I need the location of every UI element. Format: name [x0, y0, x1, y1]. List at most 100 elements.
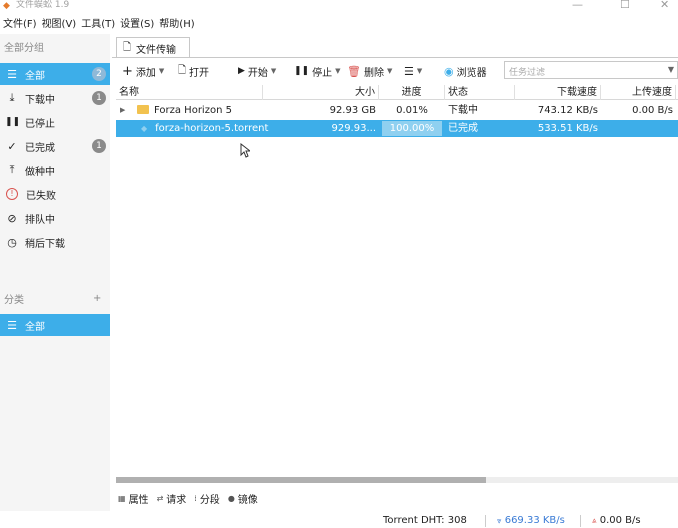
tab-segments[interactable]: ⁞ 分段 [194, 491, 220, 506]
chevron-down-icon[interactable]: ▼ [668, 65, 674, 74]
menu-view[interactable]: 视图(V) [42, 16, 77, 34]
segments-icon: ⁞ [194, 493, 197, 503]
tab-requests[interactable]: ⇄ 请求 [156, 491, 187, 506]
count-badge: 1 [92, 91, 106, 105]
status-cell: 已完成 [448, 123, 478, 134]
request-icon: ⇄ [156, 493, 164, 503]
add-button[interactable]: + 添加 ▼ [122, 60, 164, 82]
detail-tabs: ▦ 属性 ⇄ 请求 ⁞ 分段 ● 镜像 [118, 491, 258, 506]
sidebar-item-label: 排队中 [25, 214, 55, 226]
add-label: 添加 [135, 67, 156, 79]
logo-icon: ◆ [3, 1, 10, 11]
start-button[interactable]: ▶ 开始 ▼ [238, 60, 276, 82]
sidebar-item-later[interactable]: ◷ 稍后下载 [0, 231, 110, 253]
table-header: 名称 大小 进度 状态 下载速度 上传速度 [116, 85, 678, 100]
add-category-button[interactable]: + [93, 293, 101, 304]
tab-properties[interactable]: ▦ 属性 [118, 491, 149, 506]
download-speed-icon: ⩔ [497, 516, 502, 525]
menu-file[interactable]: 文件(F) [3, 16, 37, 34]
status-divider [580, 515, 581, 527]
table-row[interactable]: ◆ forza-horizon-5.torrent 929.93... 100.0… [116, 120, 678, 137]
menu-bar: 文件(F) 视图(V) 工具(T) 设置(S) 帮助(H) [0, 16, 195, 34]
delete-button[interactable]: 🗑 删除 ▼ [347, 60, 392, 82]
list-icon: ☰ [7, 67, 17, 81]
browser-button[interactable]: ◉ 浏览器 [444, 60, 487, 82]
sidebar-item-failed[interactable]: ! 已失败 [0, 183, 110, 205]
open-label: 打开 [189, 67, 210, 79]
open-button[interactable]: 🗋 打开 [178, 60, 209, 82]
maximize-button[interactable]: ☐ [620, 0, 630, 11]
menu-icon: ☰ [404, 64, 414, 78]
horizontal-scrollbar[interactable] [116, 477, 678, 483]
download-speed-status: ⩔ 669.33 KB/s [497, 515, 565, 526]
toolbar: + 添加 ▼ 🗋 打开 ▶ 开始 ▼ ❚❚ 停止 ▼ 🗑 删除 ▼ ☰ ▼ ◉ … [116, 60, 678, 82]
progress-cell: 100.00% [389, 123, 435, 134]
tab-label: 属性 [128, 494, 149, 506]
delete-label: 删除 [363, 67, 384, 79]
upload-speed-status: ⩓ 0.00 B/s [592, 515, 641, 526]
play-icon: ▶ [238, 66, 245, 76]
upload-speed-icon: ⩓ [592, 516, 597, 525]
category-item-all[interactable]: ☰ 全部 [0, 314, 110, 336]
groups-heading: 全部分组 [4, 43, 44, 54]
chevron-down-icon: ▼ [335, 67, 341, 75]
column-progress[interactable]: 进度 [379, 85, 445, 100]
globe-icon: ◉ [444, 64, 454, 78]
task-filter-input[interactable]: 任务过滤 ▼ [504, 61, 678, 79]
pause-icon: ❚❚ [294, 66, 310, 76]
sidebar-item-label: 全部 [25, 70, 45, 82]
column-download-speed[interactable]: 下载速度 [515, 85, 601, 100]
tab-file-transfer[interactable]: 🗋 文件传输 [116, 37, 190, 58]
more-menu-button[interactable]: ☰ ▼ [404, 60, 422, 82]
row-name: Forza Horizon 5 [154, 105, 232, 116]
status-divider [485, 515, 486, 527]
tab-label: 文件传输 [136, 44, 177, 56]
tab-label: 分段 [199, 494, 220, 506]
tab-label: 镜像 [237, 494, 258, 506]
sidebar-item-completed[interactable]: ✓ 已完成 1 [0, 135, 110, 157]
sidebar: 全部分组 ☰ 全部 2 ⤓ 下载中 1 ❚❚ 已停止 ✓ 已完成 1 ⤒ 做种中… [0, 34, 110, 528]
file-icon: 🗋 [123, 41, 132, 53]
queue-icon: ⊘ [7, 211, 17, 225]
sidebar-item-all[interactable]: ☰ 全部 2 [0, 63, 110, 85]
name-cell: Forza Horizon 5 [134, 102, 334, 119]
column-name[interactable]: 名称 [116, 85, 263, 100]
browser-label: 浏览器 [456, 67, 487, 79]
sidebar-item-label: 已失败 [26, 190, 56, 202]
stop-label: 停止 [312, 67, 333, 79]
menu-tools[interactable]: 工具(T) [81, 16, 115, 34]
sidebar-item-downloading[interactable]: ⤓ 下载中 1 [0, 87, 110, 109]
tab-divider [112, 57, 678, 58]
name-cell: ◆ forza-horizon-5.torrent [138, 120, 316, 137]
scrollbar-thumb[interactable] [116, 477, 486, 483]
sidebar-item-label: 已完成 [25, 142, 55, 154]
sidebar-item-label: 做种中 [25, 166, 55, 178]
sidebar-item-stopped[interactable]: ❚❚ 已停止 [0, 111, 110, 133]
menu-help[interactable]: 帮助(H) [159, 16, 194, 34]
menu-settings[interactable]: 设置(S) [120, 16, 154, 34]
trash-icon: 🗑 [347, 64, 361, 78]
upload-speed-cell: 0.00 B/s [632, 105, 673, 116]
properties-icon: ▦ [118, 493, 126, 503]
minimize-button[interactable]: — [572, 0, 583, 11]
alert-icon: ! [6, 188, 18, 200]
plus-icon: + [122, 63, 133, 79]
column-upload-speed[interactable]: 上传速度 [601, 85, 676, 100]
column-size[interactable]: 大小 [263, 85, 379, 100]
column-status[interactable]: 状态 [445, 85, 515, 100]
pause-icon: ❚❚ [5, 117, 21, 127]
tab-mirrors[interactable]: ● 镜像 [228, 491, 258, 506]
chevron-down-icon: ▼ [270, 67, 277, 75]
download-speed-cell: 743.12 KB/s [537, 105, 598, 116]
stop-button[interactable]: ❚❚ 停止 ▼ [294, 60, 340, 82]
category-item-label: 全部 [25, 321, 45, 333]
open-file-icon: 🗋 [178, 64, 187, 76]
sidebar-item-queued[interactable]: ⊘ 排队中 [0, 207, 110, 229]
chevron-down-icon: ▼ [416, 67, 423, 75]
sidebar-item-seeding[interactable]: ⤒ 做种中 [0, 159, 110, 181]
progress-cell: 0.01% [396, 105, 428, 116]
expand-icon[interactable]: ▶ [120, 102, 125, 119]
close-button[interactable]: ✕ [660, 0, 669, 11]
folder-icon [137, 105, 149, 114]
table-row[interactable]: ▶ Forza Horizon 5 92.93 GB 0.01% 下载中 743… [116, 102, 678, 119]
